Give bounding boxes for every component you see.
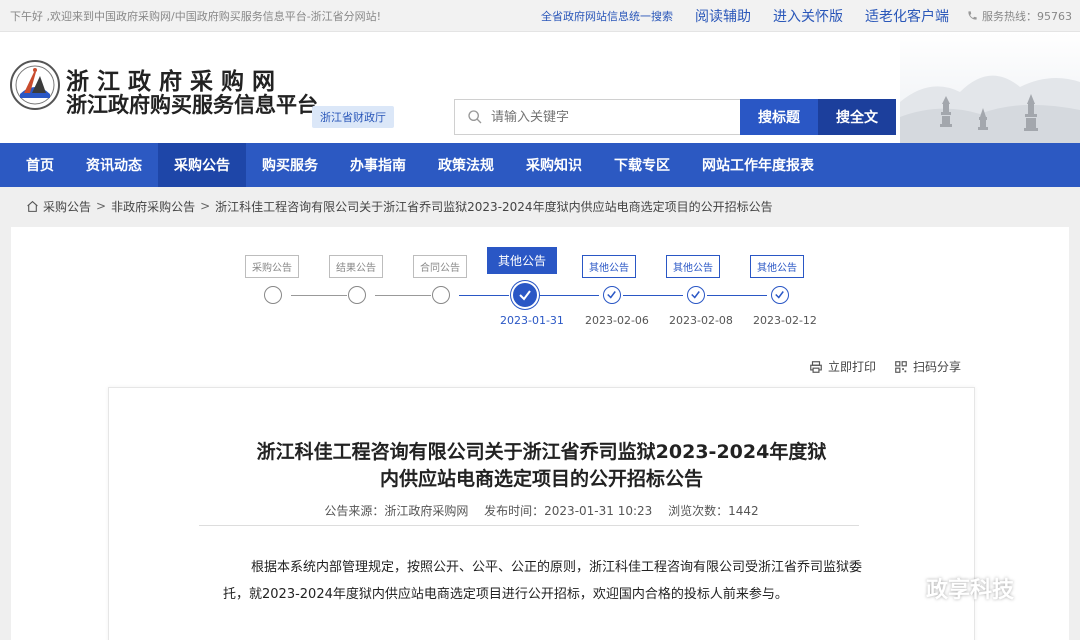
breadcrumb-item-current: 浙江科佳工程咨询有限公司关于浙江省乔司监狱2023-2024年度狱内供应站电商选… (215, 199, 773, 214)
timeline-date: 2023-02-12 (753, 314, 817, 327)
timeline-connector (623, 295, 683, 296)
breadcrumb-separator: > (96, 199, 107, 213)
breadcrumb-item-procurement[interactable]: 采购公告 (43, 198, 91, 215)
breadcrumb-separator: > (200, 199, 211, 213)
article-meta: 公告来源：浙江政府采购网 发布时间：2023-01-31 10:23 浏览次数：… (109, 502, 974, 519)
timeline-connector (707, 295, 767, 296)
check-icon (607, 291, 616, 299)
nav-home[interactable]: 首页 (10, 143, 70, 187)
search-fulltext-button[interactable]: 搜全文 (818, 99, 896, 135)
timeline-label[interactable]: 其他公告 (582, 255, 636, 278)
nav-procurement-notices[interactable]: 采购公告 (158, 143, 246, 187)
timeline-label[interactable]: 采购公告 (245, 255, 299, 278)
home-icon[interactable] (26, 200, 39, 213)
check-icon (775, 291, 784, 299)
phone-icon (968, 11, 977, 20)
top-links: 全省政府网站信息统一搜索 阅读辅助 进入关怀版 适老化客户端 服务热线：9576… (519, 6, 1072, 26)
timeline-label-active[interactable]: 其他公告 (487, 247, 558, 274)
search-input[interactable] (491, 109, 721, 125)
timeline-connector (375, 295, 431, 296)
search-title-button[interactable]: 搜标题 (740, 99, 818, 135)
nav-policies[interactable]: 政策法规 (422, 143, 510, 187)
print-button[interactable]: 立即打印 (809, 358, 876, 375)
pagoda-decoration-icon (900, 32, 1080, 143)
greeting-text: 下午好 ,欢迎来到中国政府采购网/中国政府购买服务信息平台-浙江省分网站! (10, 9, 382, 23)
article-publish-time: 发布时间：2023-01-31 10:23 (484, 504, 653, 518)
department-badge: 浙江省财政厅 (312, 106, 394, 128)
timeline-label[interactable]: 合同公告 (413, 255, 467, 278)
printer-icon (810, 360, 822, 373)
timeline-node[interactable] (348, 286, 366, 304)
timeline-date: 2023-02-08 (669, 314, 733, 327)
main-nav: 首页 资讯动态 采购公告 购买服务 办事指南 政策法规 采购知识 下载专区 网站… (0, 143, 1080, 187)
timeline-label[interactable]: 其他公告 (666, 255, 720, 278)
elderly-client-link[interactable]: 适老化客户端 (865, 6, 949, 26)
article-title-line2: 内供应站电商选定项目的公开招标公告 (379, 468, 703, 490)
timeline-node[interactable] (432, 286, 450, 304)
timeline-date: 2023-02-06 (585, 314, 649, 327)
check-icon (691, 291, 700, 299)
hotline: 服务热线：95763 (967, 8, 1072, 24)
care-version-link[interactable]: 进入关怀版 (773, 6, 843, 26)
emblem-logo-icon[interactable] (10, 60, 60, 110)
article-body: 根据本系统内部管理规定，按照公开、公平、公正的原则，浙江科佳工程咨询有限公司受浙… (223, 560, 863, 602)
watermark-text: 政享科技 (926, 578, 1015, 603)
timeline-node-active[interactable] (513, 283, 537, 307)
article-tools: 立即打印 扫码分享 (791, 358, 961, 375)
article-source: 公告来源：浙江政府采购网 (324, 504, 469, 518)
notice-timeline: 采购公告 结果公告 合同公告 其他公告 其他公告 其他公告 其他公告 2023-… (11, 227, 1069, 347)
share-label: 扫码分享 (912, 360, 961, 374)
article-card: 浙江科佳工程咨询有限公司关于浙江省乔司监狱2023-2024年度狱 内供应站电商… (108, 387, 975, 640)
timeline-node[interactable] (687, 286, 705, 304)
timeline-node[interactable] (264, 286, 282, 304)
watermark: 政享科技 (886, 572, 1014, 604)
site-name-secondary: 浙江政府购买服务信息平台 (66, 93, 318, 117)
reading-assist-link[interactable]: 阅读辅助 (695, 6, 751, 26)
breadcrumb-item-nongov[interactable]: 非政府采购公告 (111, 198, 195, 215)
check-icon (519, 290, 531, 301)
article-title-line1: 浙江科佳工程咨询有限公司关于浙江省乔司监狱2023-2024年度狱 (256, 441, 827, 463)
timeline-connector (291, 295, 347, 296)
article-views: 浏览次数：1442 (668, 504, 759, 518)
timeline-label[interactable]: 结果公告 (329, 255, 383, 278)
breadcrumb: 采购公告 > 非政府采购公告 > 浙江科佳工程咨询有限公司关于浙江省乔司监狱20… (0, 187, 1080, 225)
timeline-node[interactable] (603, 286, 621, 304)
article-title: 浙江科佳工程咨询有限公司关于浙江省乔司监狱2023-2024年度狱 内供应站电商… (109, 439, 974, 493)
top-bar: 下午好 ,欢迎来到中国政府采购网/中国政府购买服务信息平台-浙江省分网站! 全省… (0, 0, 1080, 32)
nav-annual-report[interactable]: 网站工作年度报表 (686, 143, 830, 187)
nav-guide[interactable]: 办事指南 (334, 143, 422, 187)
article-divider (199, 525, 859, 526)
timeline-connector (459, 295, 509, 296)
unified-search-link[interactable]: 全省政府网站信息统一搜索 (541, 8, 673, 24)
search-box (454, 99, 740, 135)
search-icon (468, 110, 482, 124)
nav-purchase-services[interactable]: 购买服务 (246, 143, 334, 187)
site-header: 浙江政府采购网 浙江政府购买服务信息平台 浙江省财政厅 搜标题 搜全文 (0, 32, 1080, 143)
timeline-node[interactable] (771, 286, 789, 304)
nav-news[interactable]: 资讯动态 (70, 143, 158, 187)
nav-downloads[interactable]: 下载专区 (598, 143, 686, 187)
print-label: 立即打印 (827, 360, 876, 374)
hotline-text: 服务热线：95763 (982, 9, 1072, 23)
nav-knowledge[interactable]: 采购知识 (510, 143, 598, 187)
qrcode-icon (895, 360, 907, 373)
timeline-connector (539, 295, 599, 296)
timeline-date: 2023-01-31 (500, 314, 564, 327)
timeline-label[interactable]: 其他公告 (750, 255, 804, 278)
share-button[interactable]: 扫码分享 (894, 358, 961, 375)
wechat-icon (886, 574, 919, 600)
